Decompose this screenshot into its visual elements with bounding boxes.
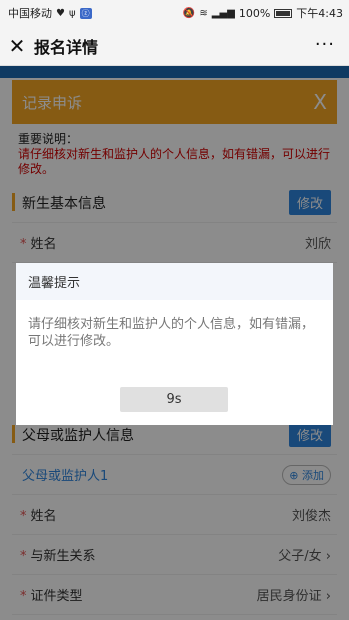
countdown-button[interactable]: 9s [120,387,228,412]
battery-percent: 100% [238,6,271,20]
clock: 下午4:43 [296,7,343,20]
battery-icon [274,8,293,18]
tip-dialog: 温馨提示 请仔细核对新生和监护人的个人信息，如有错漏，可以进行修改。 9s [16,263,333,425]
page-title: 报名详情 [34,37,99,57]
heart-icon: ♥ [56,7,65,19]
mute-icon: 🔕 [182,7,196,19]
dialog-title: 温馨提示 [16,263,333,300]
app-badge-icon: ⓩ [79,7,92,19]
wifi-icon: ≋ [199,7,208,19]
nav-bar: ✕ 报名详情 ··· [0,26,349,66]
carrier-label: 中国移动 [8,7,52,20]
close-icon[interactable]: ✕ [0,34,34,58]
usb-icon: ψ [68,7,76,19]
more-icon[interactable]: ··· [315,34,335,55]
status-bar: 中国移动 ♥ ψ ⓩ 🔕 ≋ ▂▄▆ 100% 下午4:43 [0,0,349,26]
dialog-message: 请仔细核对新生和监护人的个人信息，如有错漏，可以进行修改。 [28,317,315,349]
signal-icon: ▂▄▆ [211,7,235,19]
